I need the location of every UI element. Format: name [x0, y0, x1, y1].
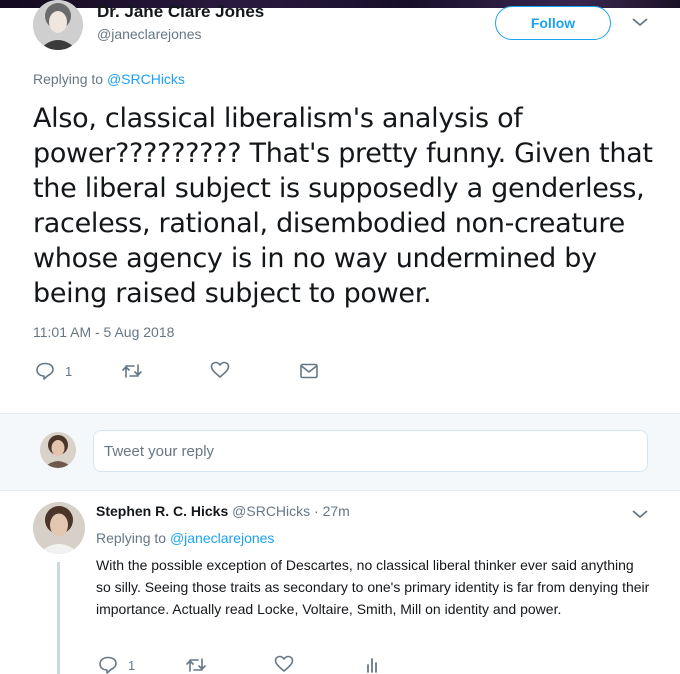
replying-to-link[interactable]: @SRCHicks: [107, 71, 185, 87]
retweet-icon: [121, 362, 143, 380]
author-avatar[interactable]: [33, 0, 83, 50]
direct-message-icon: [299, 362, 319, 380]
reply-author-name[interactable]: Stephen R. C. Hicks: [96, 503, 228, 519]
like-icon: [274, 655, 294, 673]
reply-button[interactable]: 1: [35, 361, 72, 381]
reply-author-handle[interactable]: @SRCHicks: [232, 503, 310, 519]
replying-to: Replying to @SRCHicks: [33, 71, 185, 87]
reply-input[interactable]: Tweet your reply: [93, 430, 648, 472]
thread-connector: [57, 562, 60, 674]
chevron-down-icon[interactable]: [630, 14, 650, 30]
reply-tweet-text: With the possible exception of Descartes…: [96, 557, 650, 617]
direct-message-button[interactable]: [299, 362, 319, 380]
tweet-text: Also, classical liberalism's analysis of…: [33, 103, 653, 309]
reply-count: 1: [128, 657, 136, 673]
tweet-timestamp[interactable]: 11:01 AM - 5 Aug 2018: [33, 324, 174, 340]
author-name[interactable]: Dr. Jane Clare Jones: [97, 2, 264, 22]
analytics-icon: [363, 656, 381, 674]
retweet-button[interactable]: [185, 656, 207, 674]
reply-author-avatar[interactable]: [33, 502, 85, 554]
replying-to-prefix: Replying to: [33, 71, 107, 87]
reply-button[interactable]: 1: [98, 655, 135, 674]
retweet-button[interactable]: [121, 362, 143, 380]
replying-to-link[interactable]: @janeclarejones: [170, 530, 275, 546]
current-user-avatar: [40, 432, 76, 468]
separator: ·: [310, 503, 323, 519]
like-button[interactable]: [274, 655, 294, 673]
reply-author-line: Stephen R. C. Hicks @SRCHicks · 27m: [96, 503, 350, 519]
reply-replying-to: Replying to @janeclarejones: [96, 530, 274, 546]
chevron-down-icon[interactable]: [630, 506, 650, 522]
reply-time-ago[interactable]: 27m: [323, 503, 350, 519]
reply-icon: [98, 655, 118, 674]
analytics-button[interactable]: [363, 656, 381, 674]
replying-to-prefix: Replying to: [96, 530, 170, 546]
retweet-icon: [185, 656, 207, 674]
like-icon: [210, 361, 230, 379]
follow-button[interactable]: Follow: [495, 6, 611, 40]
reply-count: 1: [65, 363, 73, 379]
author-handle[interactable]: @janeclarejones: [97, 26, 202, 42]
like-button[interactable]: [210, 361, 230, 379]
reply-icon: [35, 361, 55, 381]
